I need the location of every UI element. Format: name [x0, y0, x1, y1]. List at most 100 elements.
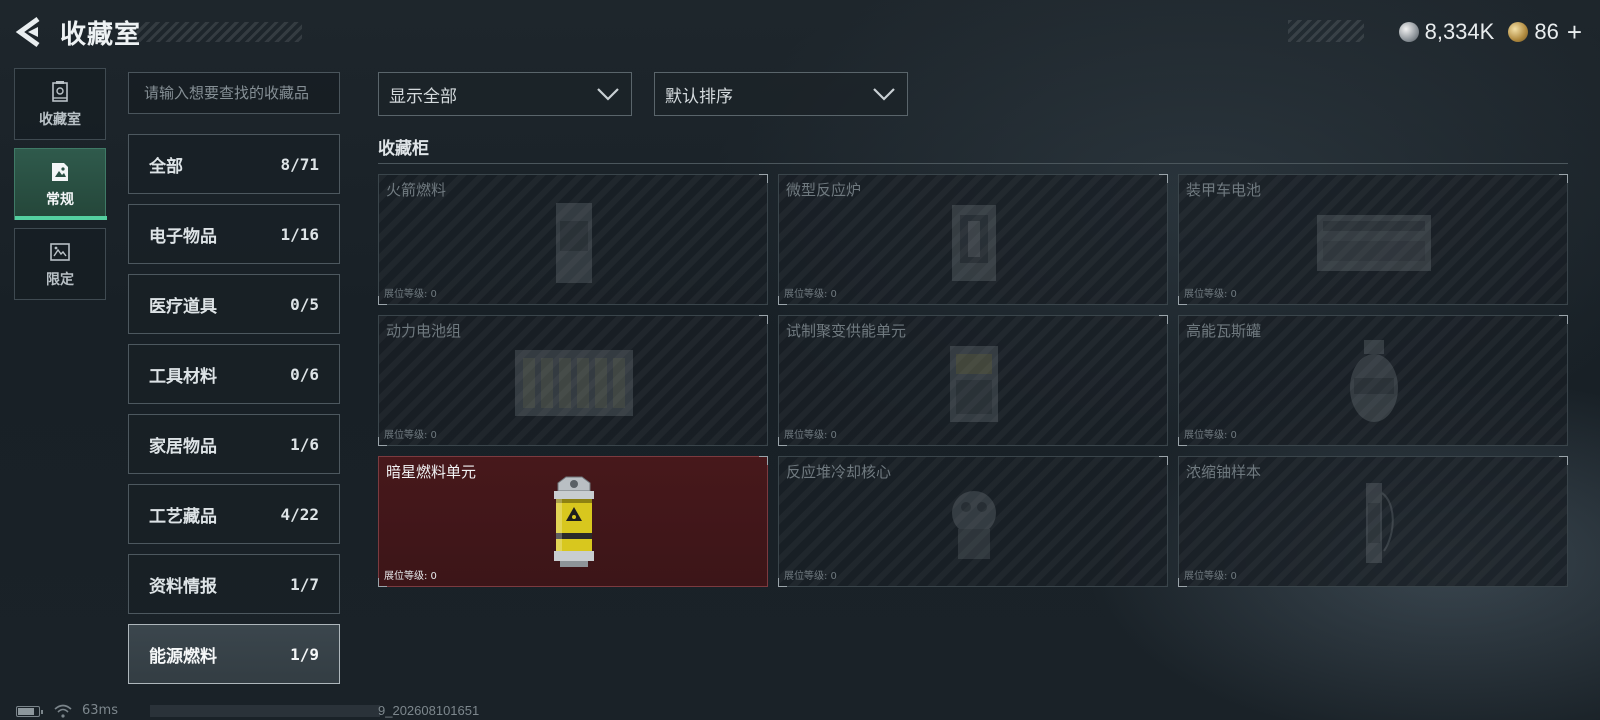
category-name: 家居物品: [149, 436, 217, 457]
category-name: 电子物品: [149, 226, 217, 247]
gold-currency-value: 86: [1534, 19, 1559, 44]
version-string: 9_202608101651: [378, 703, 480, 718]
side-tabs: 收藏室 常规 限定: [14, 68, 107, 308]
sort-dropdown[interactable]: 默认排序: [654, 72, 908, 116]
side-tab-limited[interactable]: 限定: [14, 228, 106, 300]
title-decoration: [136, 22, 302, 42]
silver-coin-icon: [1398, 22, 1419, 42]
category-count: 1/6: [290, 434, 319, 454]
slot-name: 浓缩铀样本: [1186, 463, 1262, 481]
reactor-cooling-core-icon: [952, 491, 996, 559]
cabinet-slot[interactable]: 反应堆冷却核心 展位等级: 0: [778, 456, 1168, 587]
title-wrap: 收藏室: [60, 14, 141, 50]
side-tab-label: 限定: [46, 272, 74, 288]
slot-level: 展位等级: 0: [784, 289, 837, 300]
side-tab-regular[interactable]: 常规: [14, 148, 107, 220]
gold-currency: 86 +: [1508, 17, 1582, 48]
ping-readout: 63ms: [82, 703, 118, 718]
category-name: 资料情报: [149, 576, 217, 597]
category-all[interactable]: 全部 8/71: [128, 134, 340, 194]
search-input[interactable]: [128, 72, 340, 114]
cabinet-slot-owned[interactable]: 暗星燃料单元 展位等级: 0: [378, 456, 768, 587]
category-electronics[interactable]: 电子物品 1/16: [128, 204, 340, 264]
category-count: 1/9: [290, 644, 319, 664]
micro-reactor-icon: [952, 205, 996, 281]
gas-canister-icon: [1350, 340, 1398, 422]
version-mask: [150, 705, 380, 717]
power-battery-pack-icon: [515, 350, 633, 416]
silver-currency-value: 8,334K: [1424, 19, 1495, 44]
sort-value: 默认排序: [665, 86, 733, 107]
battery-icon: [16, 706, 43, 717]
cabinet-slot[interactable]: 微型反应炉 展位等级: 0: [778, 174, 1168, 305]
currency-decoration: [1288, 20, 1364, 42]
show-filter-value: 显示全部: [389, 86, 457, 107]
collection-room-icon: [52, 81, 68, 102]
category-name: 工具材料: [149, 366, 217, 387]
slot-level: 展位等级: 0: [1184, 571, 1237, 582]
category-column: 全部 8/71 电子物品 1/16 医疗道具 0/5 工具材料 0/6 家居物品…: [128, 72, 340, 694]
fusion-power-unit-icon: [950, 346, 998, 422]
enriched-uranium-sample-icon: [1366, 483, 1394, 563]
category-name: 全部: [149, 156, 183, 177]
cabinet-slot[interactable]: 高能瓦斯罐 展位等级: 0: [1178, 315, 1568, 446]
slot-level: 展位等级: 0: [784, 430, 837, 441]
slot-name: 装甲车电池: [1186, 181, 1262, 199]
slot-name: 暗星燃料单元: [386, 463, 477, 481]
cabinet-slot[interactable]: 装甲车电池 展位等级: 0: [1178, 174, 1568, 305]
regular-icon: [52, 163, 68, 181]
category-count: 1/16: [280, 224, 319, 244]
cabinet-title: 收藏柜: [378, 139, 429, 159]
page-title: 收藏室: [60, 19, 142, 50]
chevron-down-icon: [597, 88, 619, 101]
side-tab-label: 常规: [46, 192, 74, 208]
back-arrow-icon[interactable]: [14, 16, 44, 48]
slot-level: 展位等级: 0: [1184, 289, 1237, 300]
chevron-down-icon: [873, 88, 895, 101]
status-bar: 63ms 9_202608101651: [0, 700, 1600, 720]
slot-name: 反应堆冷却核心: [786, 463, 892, 481]
silver-currency: 8,334K: [1398, 19, 1495, 45]
wifi-icon: [54, 704, 72, 718]
slot-name: 高能瓦斯罐: [1186, 322, 1262, 340]
add-currency-button[interactable]: +: [1567, 17, 1582, 48]
slot-level: 展位等级: 0: [1184, 430, 1237, 441]
category-energy-fuel[interactable]: 能源燃料 1/9: [128, 624, 340, 684]
side-tab-label: 收藏室: [39, 112, 81, 128]
show-filter-dropdown[interactable]: 显示全部: [378, 72, 632, 116]
slot-name: 微型反应炉: [786, 181, 862, 199]
category-crafts[interactable]: 工艺藏品 4/22: [128, 484, 340, 544]
category-intel[interactable]: 资料情报 1/7: [128, 554, 340, 614]
cabinet-slot[interactable]: 浓缩铀样本 展位等级: 0: [1178, 456, 1568, 587]
category-name: 医疗道具: [149, 296, 217, 317]
category-list: 全部 8/71 电子物品 1/16 医疗道具 0/5 工具材料 0/6 家居物品…: [128, 134, 340, 684]
category-count: 1/7: [290, 574, 319, 594]
slot-level: 展位等级: 0: [784, 571, 837, 582]
category-tools[interactable]: 工具材料 0/6: [128, 344, 340, 404]
side-tab-collection-room[interactable]: 收藏室: [14, 68, 106, 140]
currency-bar: 8,334K 86 +: [1288, 17, 1600, 48]
category-name: 工艺藏品: [149, 506, 217, 527]
category-count: 4/22: [280, 504, 319, 524]
dark-star-fuel-cell-icon: [554, 476, 594, 567]
cabinet-slot[interactable]: 动力电池组 展位等级: 0: [378, 315, 768, 446]
category-medical[interactable]: 医疗道具 0/5: [128, 274, 340, 334]
limited-icon: [50, 243, 70, 261]
category-count: 8/71: [280, 154, 319, 174]
cabinet-divider: [378, 163, 1568, 164]
slot-name: 动力电池组: [386, 322, 462, 340]
category-household[interactable]: 家居物品 1/6: [128, 414, 340, 474]
slot-name: 试制聚变供能单元: [786, 322, 907, 340]
cabinet-slot[interactable]: 试制聚变供能单元 展位等级: 0: [778, 315, 1168, 446]
cabinet-slot[interactable]: 火箭燃料 展位等级: 0: [378, 174, 768, 305]
armored-vehicle-battery-icon: [1317, 215, 1431, 271]
header: 收藏室 8,334K 86 +: [0, 0, 1600, 66]
slot-level: 展位等级: 0: [384, 289, 437, 300]
slot-level: 展位等级: 0: [384, 571, 437, 582]
slot-name: 火箭燃料: [386, 181, 447, 199]
slot-level: 展位等级: 0: [384, 430, 437, 441]
category-count: 0/5: [290, 294, 319, 314]
category-count: 0/6: [290, 364, 319, 384]
category-name: 能源燃料: [149, 646, 217, 667]
gold-coin-icon: [1508, 22, 1529, 42]
